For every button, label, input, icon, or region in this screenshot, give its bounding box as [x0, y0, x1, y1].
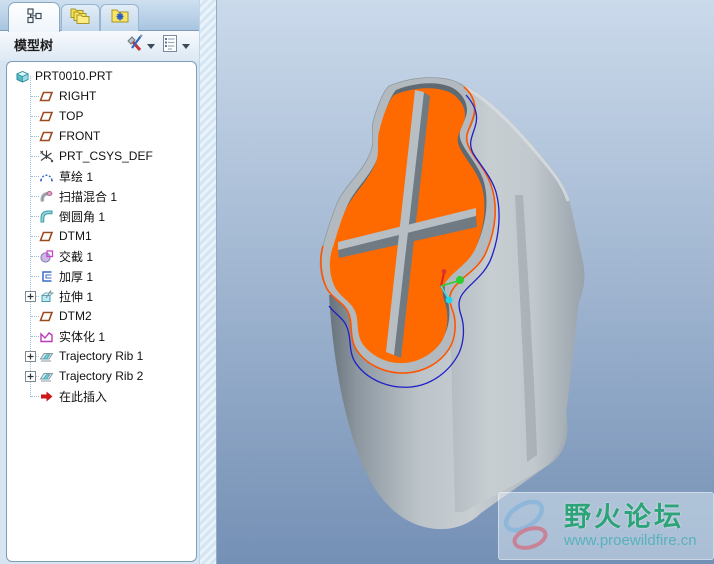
tree-item[interactable]: PRT0010.PRT — [7, 66, 196, 86]
tree-item-label: 草绘 1 — [59, 169, 94, 184]
tree-item[interactable]: 在此插入 — [7, 386, 196, 406]
tree-item-label: DTM2 — [59, 309, 92, 323]
butterfly-logo-icon — [500, 494, 562, 558]
tree-guide-stub — [31, 316, 39, 317]
tree-item[interactable]: 拉伸 1 — [7, 286, 196, 306]
tree-item-label: TOP — [59, 109, 84, 123]
tree-guide-stub — [31, 156, 39, 157]
tree-item[interactable]: TOP — [7, 106, 196, 126]
tree-item[interactable]: 倒圆角 1 — [7, 206, 196, 226]
watermark-title: 野火论坛 — [564, 502, 684, 532]
tree-item-label: PRT0010.PRT — [35, 69, 113, 83]
tree-guide-stub — [31, 196, 39, 197]
favorites-folder-tab-icon — [110, 7, 130, 29]
tree-guide-stub — [31, 276, 39, 277]
tree-item[interactable]: 扫描混合 1 — [7, 186, 196, 206]
tree-item-label: 实体化 1 — [59, 329, 106, 344]
folder-browser-tab-icon — [70, 6, 92, 30]
tree-item-label: 加厚 1 — [59, 269, 94, 284]
tab-folder-browser[interactable] — [61, 4, 100, 31]
tree-guide-stub — [31, 256, 39, 257]
datum-plane-icon — [39, 309, 54, 324]
panel-header: 模型树 — [0, 31, 199, 61]
tree-guide-stub — [31, 96, 39, 97]
tree-item[interactable]: 实体化 1 — [7, 326, 196, 346]
tree-item-label: 交截 1 — [59, 249, 94, 264]
tree-item-label: RIGHT — [59, 89, 97, 103]
model-tree: PRT0010.PRT RIGHT TOP FRONT PRT_CSYS_DEF 草绘 1… — [6, 61, 197, 562]
model-tree-items: PRT0010.PRT RIGHT TOP FRONT PRT_CSYS_DEF 草绘 1… — [7, 62, 196, 406]
tree-settings-button[interactable] — [161, 34, 190, 58]
tree-item[interactable]: PRT_CSYS_DEF — [7, 146, 196, 166]
expander-plus-icon[interactable] — [25, 371, 36, 382]
insert-here-icon — [39, 389, 54, 404]
navigator-panel: 模型树 PRT0010.PRT RIGHT TOP FRONT PRT_CSYS_DEF… — [0, 0, 199, 564]
panel-splitter[interactable] — [199, 0, 414, 564]
chevron-down-icon[interactable] — [182, 43, 190, 49]
tree-item-label: 扫描混合 1 — [59, 189, 118, 204]
intersect-icon — [39, 249, 54, 264]
panel-title: 模型树 — [14, 38, 54, 53]
tree-guide-stub — [31, 396, 39, 397]
csys-icon — [39, 149, 54, 164]
tree-item[interactable]: DTM2 — [7, 306, 196, 326]
solidify-icon — [39, 329, 54, 344]
swept-blend-icon — [39, 189, 54, 204]
tree-guide-stub — [31, 336, 39, 337]
thicken-icon — [39, 269, 54, 284]
tree-item-label: 倒圆角 1 — [59, 209, 106, 224]
tree-item-label: 拉伸 1 — [59, 289, 94, 304]
list-settings-icon — [161, 34, 179, 58]
tree-item[interactable]: 加厚 1 — [7, 266, 196, 286]
tree-item-label: 在此插入 — [59, 389, 108, 404]
model-tree-tab-icon — [26, 7, 43, 29]
chevron-down-icon[interactable] — [147, 43, 155, 49]
expander-plus-icon[interactable] — [25, 291, 36, 302]
tree-item[interactable]: Trajectory Rib 1 — [7, 346, 196, 366]
tree-guide-stub — [31, 136, 39, 137]
tools-icon — [125, 34, 144, 58]
tree-item-label: DTM1 — [59, 229, 92, 243]
tree-item[interactable]: Trajectory Rib 2 — [7, 366, 196, 386]
tree-tools-button[interactable] — [125, 34, 155, 58]
watermark-url: www.proewildfire.cn — [564, 532, 697, 549]
watermark: 野火论坛 www.proewildfire.cn — [498, 492, 714, 560]
expander-plus-icon[interactable] — [25, 351, 36, 362]
extrude-icon — [39, 289, 55, 304]
3d-model-viewport[interactable] — [217, 0, 714, 564]
tree-guide-stub — [31, 236, 39, 237]
tree-item[interactable]: 草绘 1 — [7, 166, 196, 186]
trajectory-rib-icon — [39, 369, 54, 384]
datum-plane-icon — [39, 89, 54, 104]
tree-guide-stub — [31, 216, 39, 217]
tree-guide-stub — [31, 116, 39, 117]
tab-model-tree[interactable] — [8, 2, 60, 32]
trajectory-rib-icon — [39, 349, 54, 364]
tree-item-label: FRONT — [59, 129, 101, 143]
datum-plane-icon — [39, 129, 54, 144]
round-icon — [39, 209, 54, 224]
tab-favorites[interactable] — [100, 4, 139, 31]
tree-guide-stub — [31, 176, 39, 177]
navigator-tab-bar — [0, 0, 199, 32]
tree-item-label: PRT_CSYS_DEF — [59, 149, 153, 163]
tree-item[interactable]: 交截 1 — [7, 246, 196, 266]
part-icon — [15, 69, 30, 84]
datum-plane-icon — [39, 109, 54, 124]
tree-item[interactable]: DTM1 — [7, 226, 196, 246]
tree-item-label: Trajectory Rib 1 — [59, 349, 144, 363]
sketch-icon — [39, 169, 54, 184]
tree-item-label: Trajectory Rib 2 — [59, 369, 144, 383]
graphics-area[interactable]: 野火论坛 www.proewildfire.cn — [217, 0, 714, 564]
tree-item[interactable]: RIGHT — [7, 86, 196, 106]
datum-plane-icon — [39, 229, 54, 244]
tree-item[interactable]: FRONT — [7, 126, 196, 146]
